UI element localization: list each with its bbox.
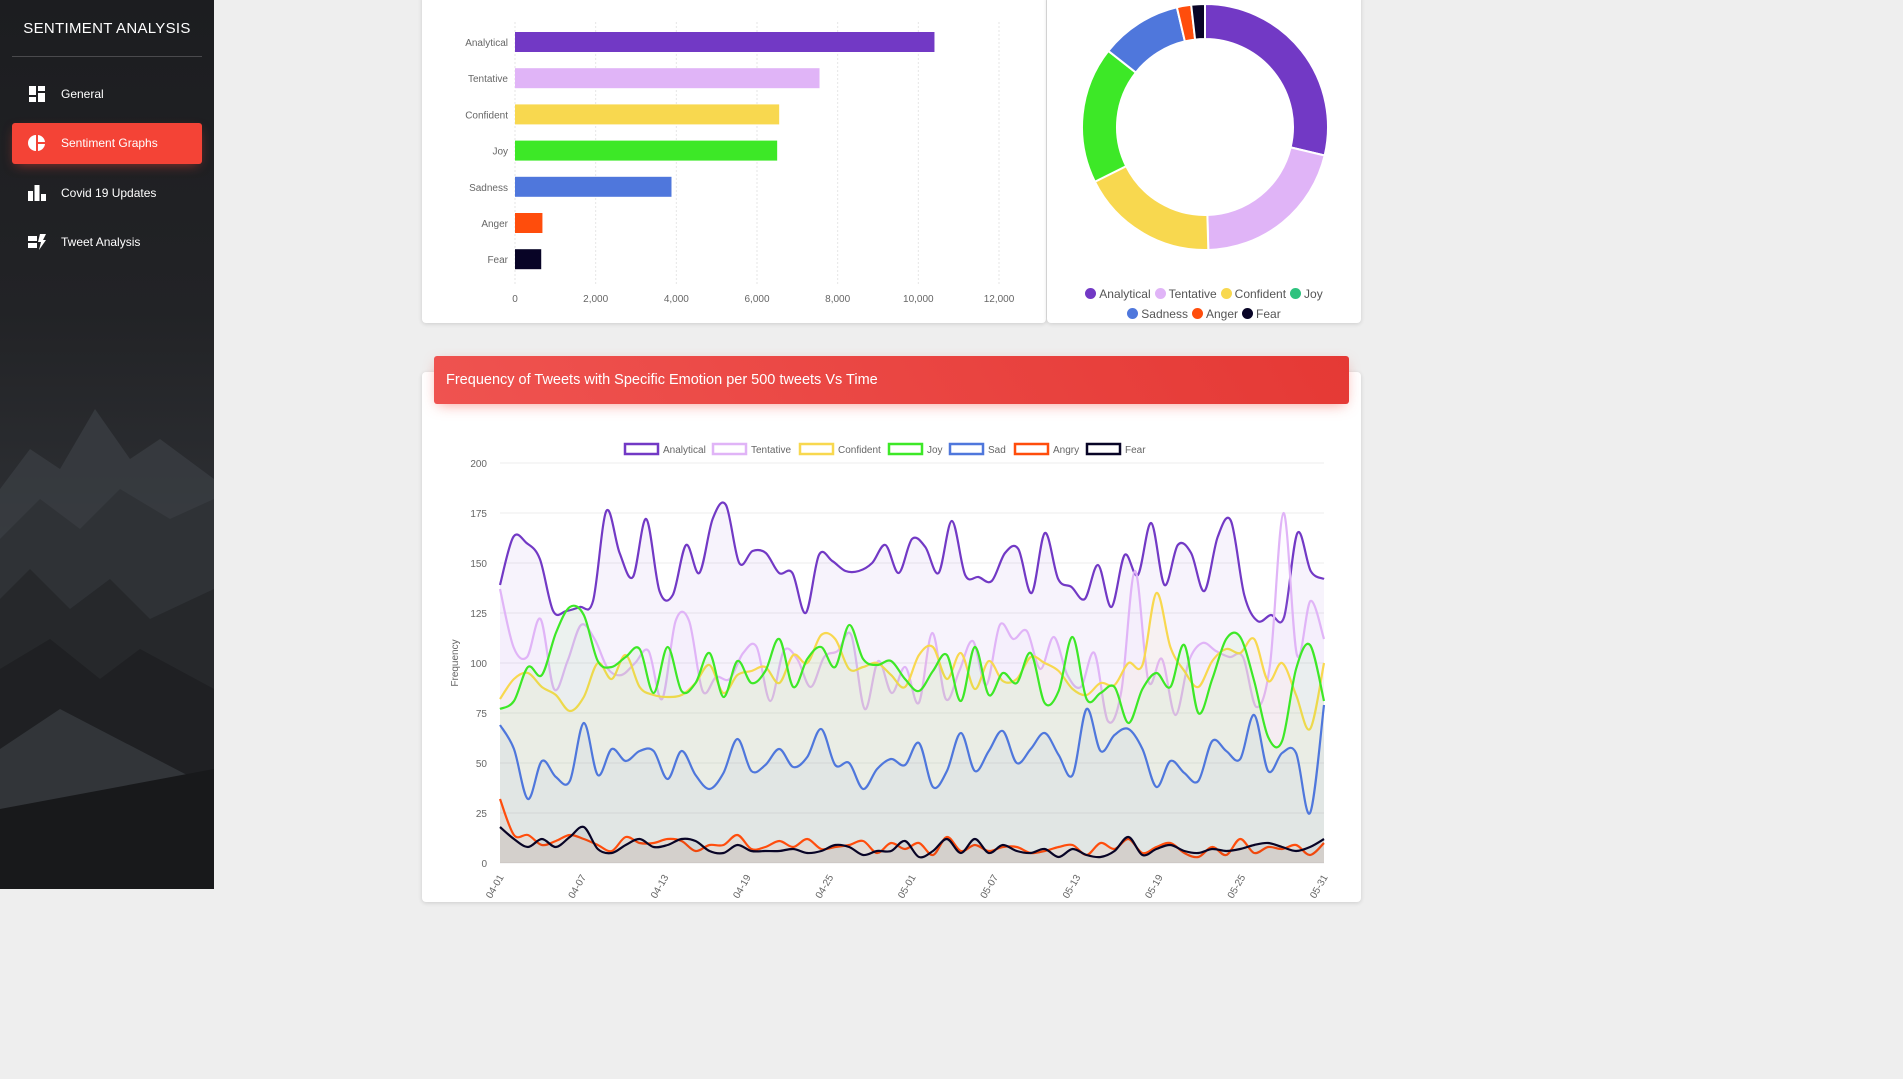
line-legend-swatch[interactable] (948, 442, 985, 456)
line-y-tick-label: 25 (476, 809, 488, 820)
line-legend-label[interactable]: Joy (927, 445, 943, 456)
line-y-tick-label: 125 (470, 609, 487, 620)
donut-slice-joy[interactable] (1081, 49, 1138, 184)
bar-category-label: Anger (481, 219, 508, 230)
sidebar-item-tweet-analysis[interactable]: Tweet Analysis (12, 222, 202, 263)
line-legend-swatch[interactable] (1085, 442, 1122, 456)
line-y-tick-label: 0 (481, 859, 487, 870)
line-legend-label[interactable]: Analytical (663, 445, 706, 456)
bar-category-label: Fear (487, 255, 508, 266)
bar-joy[interactable] (515, 140, 778, 161)
line-legend-label[interactable]: Sad (988, 445, 1006, 456)
donut-legend-label: Sadness (1141, 307, 1188, 321)
sidebar-item-label: Tweet Analysis (61, 235, 141, 249)
bar-tentative[interactable] (515, 68, 820, 89)
line-legend-swatch[interactable] (798, 442, 835, 456)
line-y-tick-label: 175 (470, 509, 487, 520)
bar-x-tick-label: 8,000 (825, 294, 850, 305)
bar-confident[interactable] (515, 104, 780, 125)
line-y-tick-label: 200 (470, 459, 487, 470)
bar-category-label: Confident (465, 110, 508, 121)
donut-legend-label: Tentative (1168, 287, 1217, 301)
donut-slice-analytical[interactable] (1204, 2, 1329, 157)
sidebar-item-label: Sentiment Graphs (61, 136, 158, 150)
legend-dot-icon (1085, 288, 1097, 299)
app-title[interactable]: SENTIMENT ANALYSIS (12, 0, 202, 57)
donut-legend-item[interactable]: Fear (1242, 304, 1281, 324)
donut-slice-confident[interactable] (1093, 164, 1210, 251)
line-y-tick-label: 150 (470, 559, 487, 570)
donut-legend-item[interactable]: Confident (1220, 284, 1287, 304)
legend-dot-icon (1154, 288, 1166, 299)
pie-chart-icon (28, 134, 46, 152)
line-legend-swatch[interactable] (887, 442, 924, 456)
legend-dot-icon (1220, 288, 1232, 299)
sidebar-item-general[interactable]: General (12, 73, 202, 114)
line-y-tick-label: 50 (476, 759, 488, 770)
donut-legend-label: Joy (1304, 287, 1323, 301)
sidebar-item-label: Covid 19 Updates (61, 185, 157, 200)
bar-sadness[interactable] (515, 176, 672, 197)
bar-x-tick-label: 0 (512, 294, 518, 305)
line-legend-label[interactable]: Fear (1125, 445, 1146, 456)
line-y-tick-label: 75 (476, 709, 488, 720)
donut-legend-label: Anger (1205, 307, 1239, 321)
legend-dot-icon (1242, 308, 1254, 319)
legend-dot-icon (1290, 288, 1302, 299)
emotion-bar-chart: 0 2,000 4,000 6,000 8,000 10,000 12,000 Analyti… (465, 22, 1015, 305)
line-legend-swatch[interactable] (711, 442, 748, 456)
donut-legend-item[interactable]: Anger (1191, 304, 1239, 324)
bar-anger[interactable] (515, 213, 543, 233)
bar-category-label: Sadness (469, 183, 508, 194)
donut-legend: Analytical Tentative Confident Joy Sadness An… (1047, 284, 1361, 324)
donut-slice-tentative[interactable] (1206, 146, 1326, 251)
donut-legend-item[interactable]: Joy (1290, 284, 1323, 304)
bar-analytical[interactable] (515, 32, 935, 52)
sidebar: SENTIMENT ANALYSIS General Sentiment Gra… (0, 0, 214, 889)
line-legend-label[interactable]: Tentative (751, 445, 791, 456)
line-legend-label[interactable]: Angry (1053, 445, 1079, 456)
legend-dot-icon (1127, 308, 1139, 319)
line-legend-label[interactable]: Confident (838, 445, 881, 456)
legend-dot-icon (1191, 308, 1203, 319)
dashboard-icon (28, 85, 46, 103)
line-y-tick-label: 100 (470, 659, 487, 670)
donut-legend-label: Analytical (1099, 287, 1151, 301)
donut-legend-item[interactable]: Sadness (1127, 304, 1188, 324)
donut-legend-item[interactable]: Analytical (1085, 284, 1151, 304)
line-legend-swatch[interactable] (1013, 442, 1050, 456)
sidebar-item-covid-19-updates[interactable]: Covid 19 Updates (12, 172, 202, 213)
emotion-donut-chart (1081, 2, 1329, 251)
bar-category-label: Tentative (468, 74, 508, 85)
donut-legend-item[interactable]: Tentative (1154, 284, 1217, 304)
bar-fear[interactable] (515, 249, 542, 270)
bar-x-tick-label: 6,000 (744, 294, 769, 305)
bar-category-label: Joy (492, 147, 508, 158)
bar-x-tick-label: 2,000 (583, 294, 608, 305)
dynamic-feed-icon (28, 233, 46, 251)
line-chart-card-header: Frequency of Tweets with Specific Emotio… (434, 356, 1349, 404)
emotion-line-chart: 0255075100125150175200Frequency04-01 04-0… (450, 442, 1331, 901)
donut-legend-label: Fear (1256, 307, 1281, 321)
line-y-axis-title: Frequency (450, 639, 461, 686)
bar-x-tick-label: 4,000 (664, 294, 689, 305)
line-legend-swatch[interactable] (623, 442, 660, 456)
sidebar-nav: General Sentiment Graphs Covid 19 Update… (0, 73, 214, 263)
line-chart-card-title: Frequency of Tweets with Specific Emotio… (446, 372, 878, 388)
bar-category-label: Analytical (465, 38, 508, 49)
sidebar-background-image (0, 409, 214, 889)
bar-x-tick-label: 10,000 (903, 294, 934, 305)
sidebar-item-label: General (61, 86, 104, 101)
bar-x-tick-label: 12,000 (984, 294, 1015, 305)
donut-legend-label: Confident (1234, 287, 1287, 301)
bar-chart-icon (28, 184, 46, 202)
sidebar-item-sentiment-graphs[interactable]: Sentiment Graphs (12, 122, 202, 164)
